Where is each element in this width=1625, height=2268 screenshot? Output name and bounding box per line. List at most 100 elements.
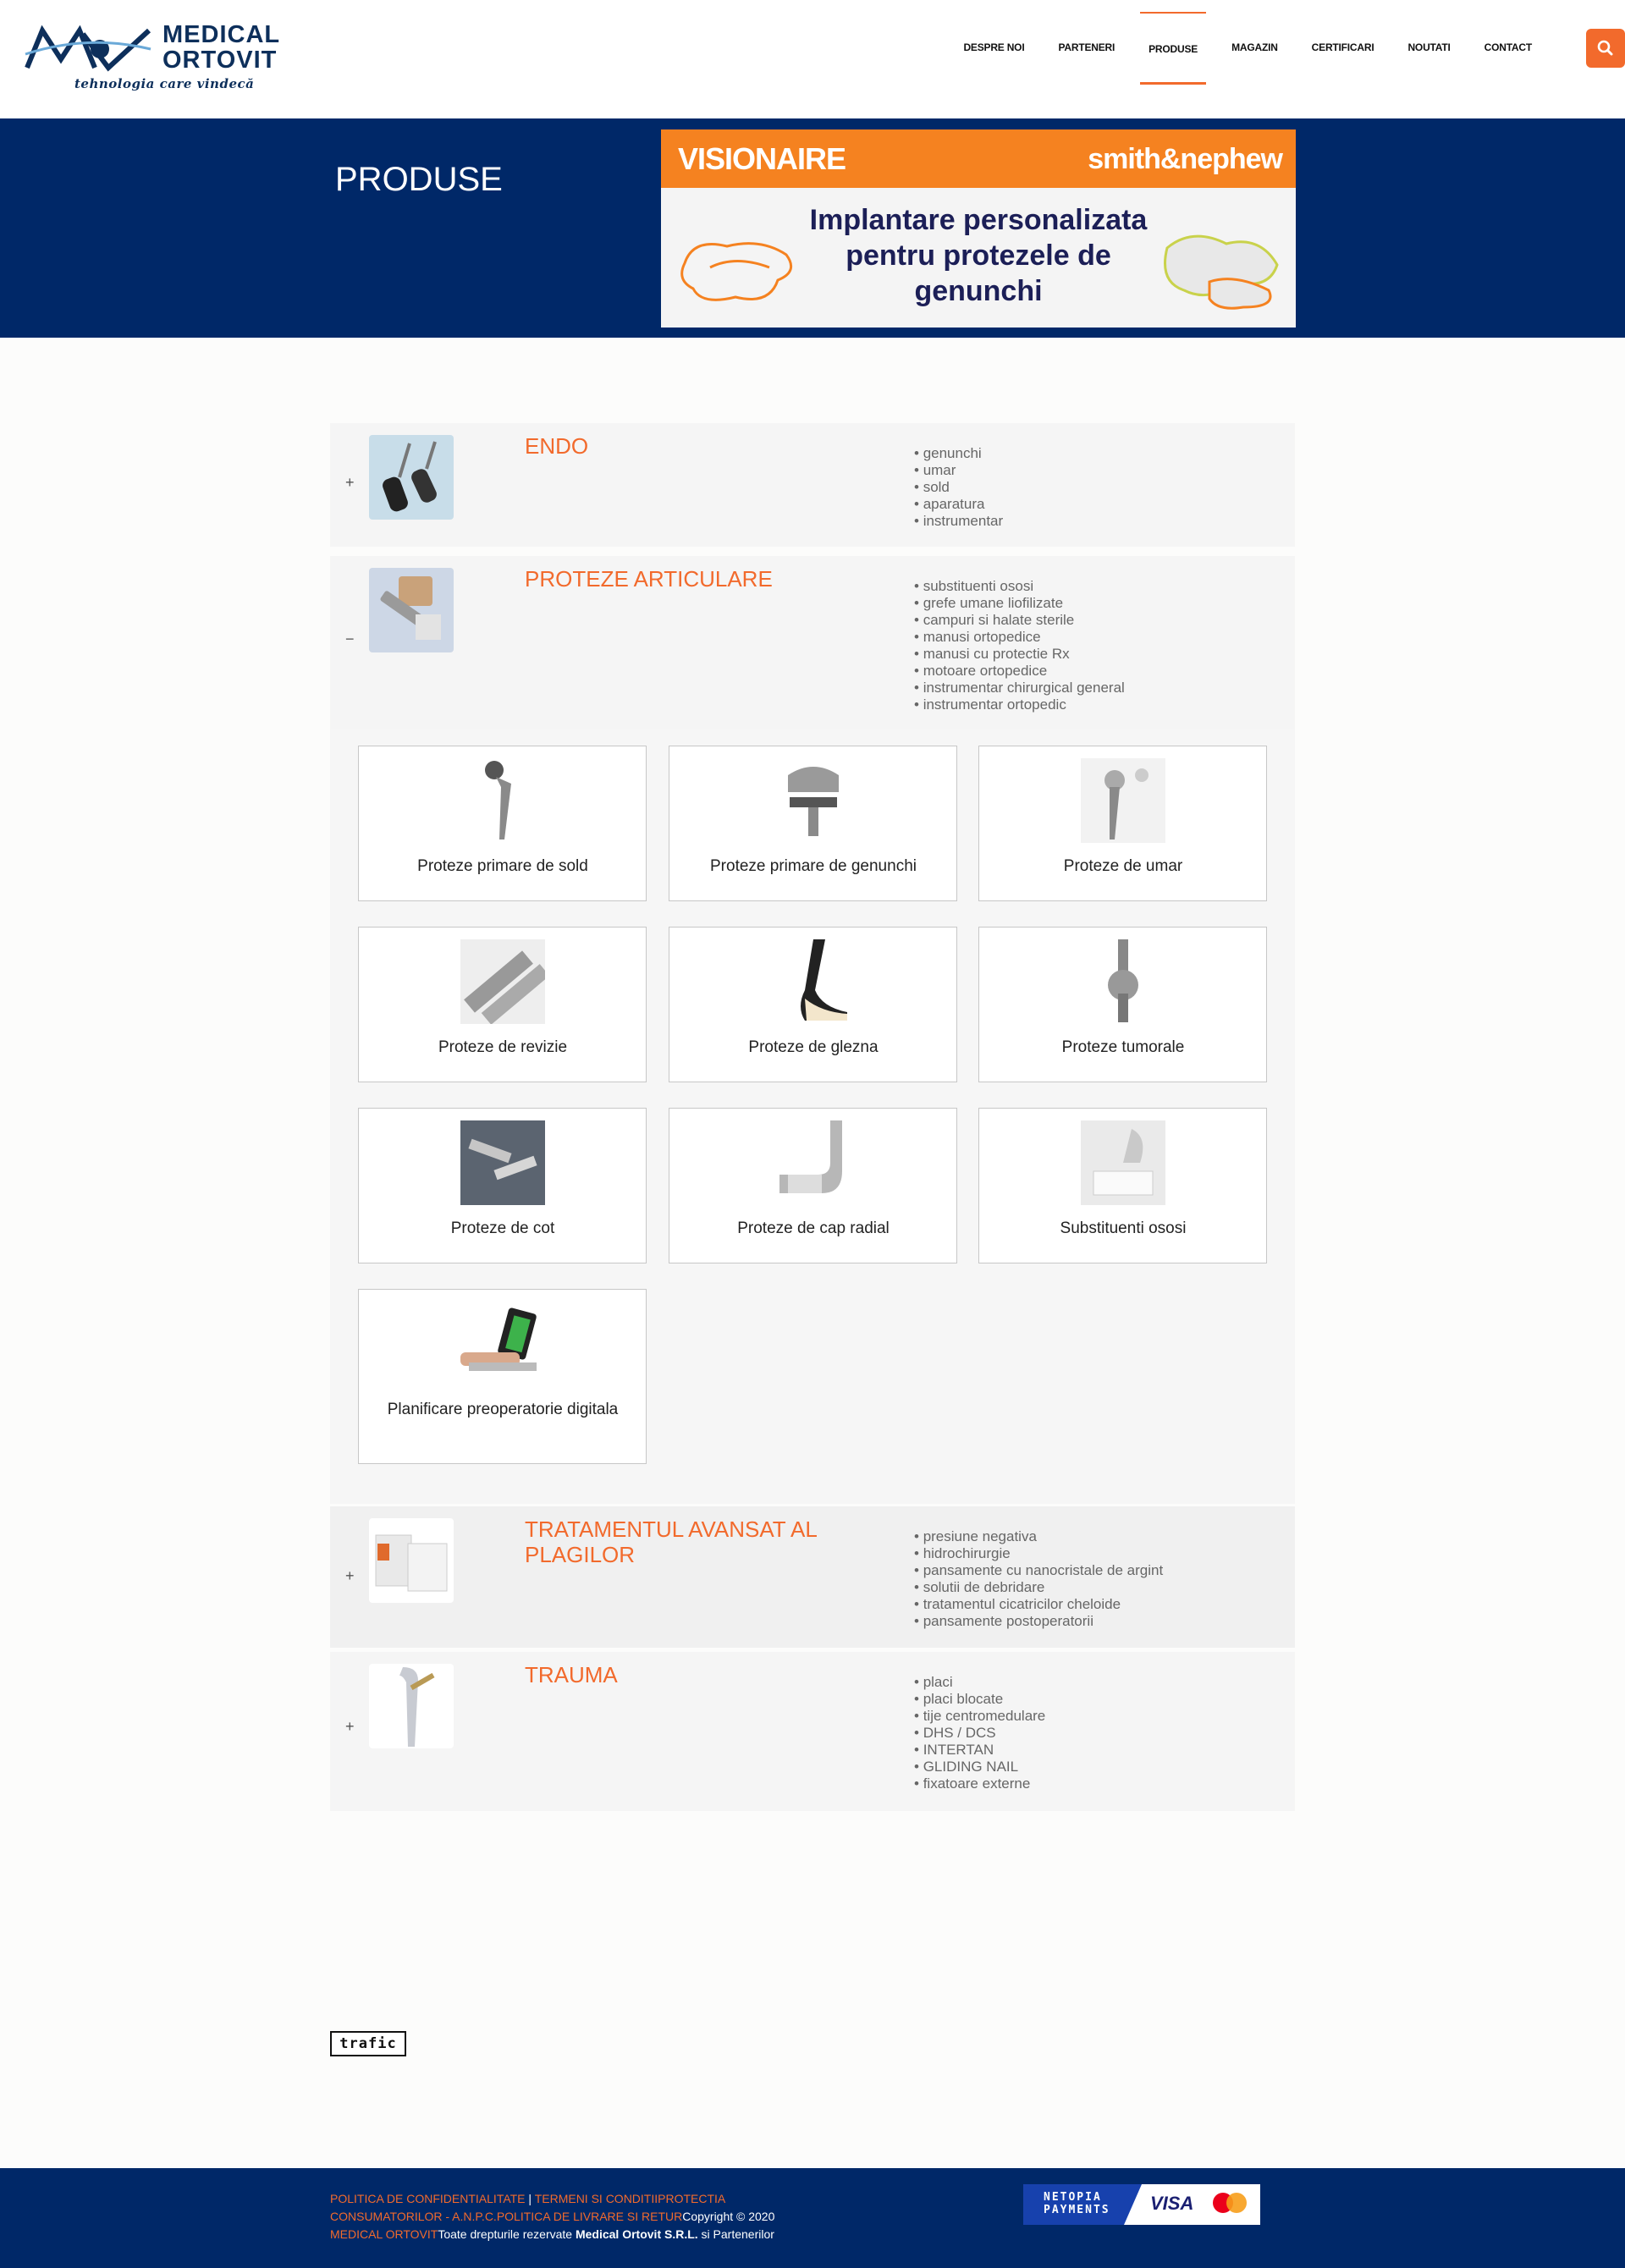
category-subitems: presiune negativa hidrochirurgie pansame…: [914, 1528, 1164, 1630]
list-item: campuri si halate sterile: [914, 612, 1125, 629]
category-tratamentul-plagilor[interactable]: + TRATAMENTUL AVANSAT AL PLAGILOR presiu…: [330, 1506, 1295, 1648]
nav-magazin[interactable]: MAGAZIN: [1223, 12, 1286, 85]
list-item: genunchi: [914, 445, 1003, 462]
list-item: INTERTAN: [914, 1742, 1045, 1759]
product-card-label: Planificare preoperatorie digitala: [387, 1401, 619, 1418]
list-item: pansamente postoperatorii: [914, 1613, 1163, 1630]
product-card-proteze-tumorale[interactable]: Proteze tumorale: [978, 927, 1267, 1082]
ankle-prosthesis-icon: [801, 939, 847, 1021]
site-footer: POLITICA DE CONFIDENTIALITATE | TERMENI …: [0, 2168, 1625, 2268]
product-card-proteze-revizie[interactable]: Proteze de revizie: [358, 927, 647, 1082]
banner-headline: Implantare personalizata pentru protezel…: [809, 204, 1148, 307]
category-thumbnail: [369, 1664, 454, 1748]
product-card-label: Proteze de revizie: [438, 1038, 568, 1056]
site-header: MEDICAL ORTOVIT tehnologia care vindecă …: [0, 0, 1625, 118]
nav-despre-noi[interactable]: DESPRE NOI: [955, 12, 1033, 85]
footer-company: Medical Ortovit S.R.L.: [575, 2227, 698, 2241]
logo-name-line2: ORTOVIT: [162, 47, 278, 74]
knee-implant-outline-icon: [680, 242, 793, 301]
product-card-label: Proteze primare de sold: [417, 857, 588, 875]
product-card-proteze-sold[interactable]: Proteze primare de sold: [358, 746, 647, 901]
digital-planning-tablet-icon: [460, 1307, 537, 1371]
list-item: instrumentar chirurgical general: [914, 680, 1125, 696]
trafic-badge[interactable]: trafic: [330, 2031, 406, 2056]
product-card-proteze-cot[interactable]: Proteze de cot: [358, 1108, 647, 1263]
expand-toggle[interactable]: +: [345, 1718, 355, 1736]
expand-toggle[interactable]: +: [345, 474, 355, 492]
intramedullary-nail-icon: [369, 1664, 454, 1748]
list-item: tratamentul cicatricilor cheloide: [914, 1596, 1163, 1613]
category-title[interactable]: TRAUMA: [525, 1662, 863, 1687]
surgical-tool-icon: [369, 568, 454, 652]
category-subitems: substituenti ososi grefe umane liofiliza…: [914, 578, 1125, 713]
list-item: grefe umane liofilizate: [914, 595, 1125, 612]
list-item: pansamente cu nanocristale de argint: [914, 1562, 1164, 1579]
nav-noutati[interactable]: NOUTATI: [1399, 12, 1458, 85]
knee-implant-model-icon: [1164, 234, 1279, 310]
shoulder-prosthesis-icon: [1081, 758, 1165, 843]
list-item: manusi cu protectie Rx: [914, 646, 1125, 663]
footer-link-medical-ortovit[interactable]: MEDICAL ORTOVIT: [330, 2227, 438, 2241]
list-item: substituenti ososi: [914, 578, 1125, 595]
list-item: tije centromedulare: [914, 1708, 1046, 1725]
category-trauma[interactable]: + TRAUMA placi placi blocate tije centro…: [330, 1652, 1295, 1811]
category-proteze-articulare[interactable]: − PROTEZE ARTICULARE substituenti ososi …: [330, 556, 1295, 729]
nav-certificari[interactable]: CERTIFICARI: [1303, 12, 1383, 85]
radial-head-prosthesis-icon: [779, 1120, 842, 1193]
category-title[interactable]: ENDO: [525, 433, 863, 459]
search-icon: [1597, 40, 1613, 56]
netopia-logo: NETOPIA PAYMENTS: [1023, 2184, 1142, 2225]
footer-link-termeni[interactable]: TERMENI SI CONDITII: [535, 2192, 658, 2205]
logo-name-line1: MEDICAL: [162, 21, 281, 48]
mastercard-icon: [1213, 2193, 1247, 2213]
list-item: placi: [914, 1674, 1045, 1691]
footer-rights-suffix: si Partenerilor: [697, 2227, 774, 2241]
nav-produse[interactable]: PRODUSE: [1140, 12, 1207, 85]
nav-parteneri[interactable]: PARTENERI: [1049, 12, 1123, 85]
list-item: instrumentar ortopedic: [914, 696, 1125, 713]
knee-prosthesis-icon: [788, 767, 839, 836]
category-endo[interactable]: + ENDO genunchi umar sold aparatura inst…: [330, 423, 1295, 547]
list-item: DHS / DCS: [914, 1725, 1045, 1742]
page-title: PRODUSE: [335, 161, 503, 198]
category-subitems: placi placi blocate tije centromedulare …: [914, 1674, 1046, 1792]
list-item: sold: [914, 479, 1003, 496]
collapse-toggle[interactable]: −: [345, 630, 355, 648]
footer-separator: |: [528, 2192, 532, 2205]
product-card-proteze-cap-radial[interactable]: Proteze de cap radial: [669, 1108, 957, 1263]
product-card-label: Proteze primare de genunchi: [710, 857, 917, 875]
list-item: umar: [914, 462, 1003, 479]
product-card-label: Proteze de cap radial: [737, 1219, 890, 1237]
product-card-proteze-umar[interactable]: Proteze de umar: [978, 746, 1267, 901]
hip-prosthesis-icon: [485, 761, 511, 839]
list-item: instrumentar: [914, 513, 1003, 530]
logo-mark-icon: [25, 25, 151, 72]
product-card-proteze-glezna[interactable]: Proteze de glezna: [669, 927, 957, 1082]
category-thumbnail: [369, 568, 454, 652]
promo-banner[interactable]: VISIONAIRE smith&nephew Implantare perso…: [661, 129, 1296, 328]
category-title[interactable]: TRATAMENTUL AVANSAT AL PLAGILOR: [525, 1517, 863, 1567]
list-item: aparatura: [914, 496, 1003, 513]
footer-rights: Toate drepturile rezervate: [438, 2227, 576, 2241]
product-card-label: Proteze tumorale: [1061, 1038, 1185, 1056]
nav-contact[interactable]: CONTACT: [1476, 12, 1540, 85]
bone-substitute-icon: [1081, 1120, 1165, 1205]
search-button[interactable]: [1586, 29, 1625, 68]
product-card-substituenti-ososi[interactable]: Substituenti ososi: [978, 1108, 1267, 1263]
footer-link-livrare[interactable]: POLITICA DE LIVRARE SI RETUR: [497, 2210, 682, 2223]
list-item: hidrochirurgie: [914, 1545, 1163, 1562]
list-item: presiune negativa: [914, 1528, 1163, 1545]
product-card-proteze-genunchi[interactable]: Proteze primare de genunchi: [669, 746, 957, 901]
footer-links: POLITICA DE CONFIDENTIALITATE | TERMENI …: [330, 2190, 804, 2243]
expand-toggle[interactable]: +: [345, 1567, 355, 1585]
logo[interactable]: MEDICAL ORTOVIT tehnologia care vindecă: [24, 22, 295, 98]
elbow-prosthesis-icon: [460, 1120, 545, 1205]
list-item: GLIDING NAIL: [914, 1759, 1045, 1775]
main-nav: DESPRE NOI PARTENERI PRODUSE MAGAZIN CER…: [938, 12, 1540, 85]
footer-link-confidentialitate[interactable]: POLITICA DE CONFIDENTIALITATE: [330, 2192, 526, 2205]
product-card-planificare-digitala[interactable]: Planificare preoperatorie digitala: [358, 1289, 647, 1464]
visa-logo: VISA: [1150, 2193, 1194, 2214]
payment-logos: NETOPIA PAYMENTS VISA: [1023, 2184, 1260, 2225]
category-thumbnail: [369, 1518, 454, 1603]
category-title[interactable]: PROTEZE ARTICULARE: [525, 566, 863, 592]
